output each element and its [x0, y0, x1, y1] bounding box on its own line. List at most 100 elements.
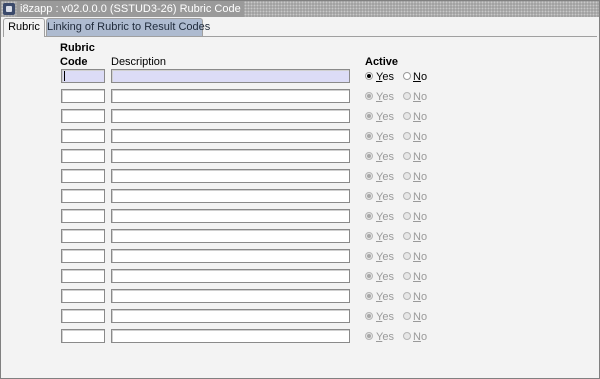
active-yes-radio[interactable]: [365, 192, 373, 200]
active-no-label[interactable]: No: [413, 171, 427, 183]
rubric-description-input[interactable]: [111, 249, 350, 263]
active-yes-label[interactable]: Yes: [376, 191, 394, 203]
active-yes-radio[interactable]: [365, 272, 373, 280]
active-no-label[interactable]: No: [413, 131, 427, 143]
rubric-description-input[interactable]: [111, 209, 350, 223]
rubric-code-input[interactable]: [61, 189, 105, 203]
active-yes-radio[interactable]: [365, 112, 373, 120]
active-yes-radio[interactable]: [365, 332, 373, 340]
rubric-code-input[interactable]: [61, 69, 105, 83]
active-yes-label[interactable]: Yes: [376, 71, 394, 83]
active-no-label[interactable]: No: [413, 331, 427, 343]
active-no-label[interactable]: No: [413, 311, 427, 323]
active-yes-label[interactable]: Yes: [376, 311, 394, 323]
no-label-rest: o: [420, 311, 428, 323]
yes-label-rest: es: [382, 331, 394, 343]
tab-linking-result-codes[interactable]: Linking of Rubric to Result Codes: [46, 18, 210, 36]
radio-selected-dot: [367, 234, 371, 238]
active-no-label[interactable]: No: [413, 91, 427, 103]
rubric-description-input[interactable]: [111, 189, 350, 203]
rubric-code-input[interactable]: [61, 249, 105, 263]
active-yes-label[interactable]: Yes: [376, 211, 394, 223]
active-no-radio[interactable]: [403, 92, 411, 100]
rubric-code-input[interactable]: [61, 89, 105, 103]
active-no-radio[interactable]: [403, 72, 411, 80]
active-no-radio[interactable]: [403, 312, 411, 320]
active-yes-label[interactable]: Yes: [376, 331, 394, 343]
rubric-code-input[interactable]: [61, 309, 105, 323]
active-yes-radio[interactable]: [365, 172, 373, 180]
rubric-description-input[interactable]: [111, 109, 350, 123]
app-window: i8zapp : v02.0.0.0 (SSTUD3-26) Rubric Co…: [0, 0, 600, 379]
rubric-code-input[interactable]: [61, 169, 105, 183]
title-bar[interactable]: i8zapp : v02.0.0.0 (SSTUD3-26) Rubric Co…: [1, 1, 599, 17]
active-no-radio[interactable]: [403, 292, 411, 300]
rubric-description-input[interactable]: [111, 69, 350, 83]
rubric-description-input[interactable]: [111, 309, 350, 323]
active-yes-label[interactable]: Yes: [376, 131, 394, 143]
active-no-radio[interactable]: [403, 332, 411, 340]
active-yes-radio[interactable]: [365, 312, 373, 320]
active-no-radio[interactable]: [403, 152, 411, 160]
active-yes-radio[interactable]: [365, 132, 373, 140]
rubric-description-input[interactable]: [111, 269, 350, 283]
active-no-label[interactable]: No: [413, 111, 427, 123]
no-mnemonic: N: [413, 191, 421, 203]
rubric-code-input[interactable]: [61, 289, 105, 303]
no-mnemonic: N: [413, 111, 421, 123]
active-no-label[interactable]: No: [413, 151, 427, 163]
rubric-description-input[interactable]: [111, 229, 350, 243]
active-yes-label[interactable]: Yes: [376, 231, 394, 243]
active-yes-label[interactable]: Yes: [376, 271, 394, 283]
rubric-description-input[interactable]: [111, 129, 350, 143]
active-no-label[interactable]: No: [413, 191, 427, 203]
active-no-label[interactable]: No: [413, 71, 427, 83]
active-no-radio[interactable]: [403, 192, 411, 200]
active-yes-radio[interactable]: [365, 152, 373, 160]
active-no-label[interactable]: No: [413, 251, 427, 263]
rubric-code-input[interactable]: [61, 109, 105, 123]
active-yes-radio[interactable]: [365, 292, 373, 300]
no-label-rest: o: [420, 251, 428, 263]
active-no-label[interactable]: No: [413, 211, 427, 223]
active-yes-label[interactable]: Yes: [376, 91, 394, 103]
active-no-radio[interactable]: [403, 132, 411, 140]
rubric-code-input[interactable]: [61, 209, 105, 223]
rubric-code-input[interactable]: [61, 269, 105, 283]
active-yes-radio[interactable]: [365, 232, 373, 240]
tab-rubric[interactable]: Rubric: [3, 18, 45, 37]
radio-selected-dot: [367, 94, 371, 98]
active-yes-label[interactable]: Yes: [376, 151, 394, 163]
rubric-description-input[interactable]: [111, 149, 350, 163]
active-no-radio[interactable]: [403, 232, 411, 240]
active-no-label[interactable]: No: [413, 291, 427, 303]
active-no-label[interactable]: No: [413, 271, 427, 283]
active-yes-radio[interactable]: [365, 212, 373, 220]
text-cursor: [64, 71, 65, 81]
rubric-description-input[interactable]: [111, 89, 350, 103]
rubric-description-input[interactable]: [111, 329, 350, 343]
rubric-code-input[interactable]: [61, 129, 105, 143]
active-yes-label[interactable]: Yes: [376, 111, 394, 123]
active-no-radio[interactable]: [403, 252, 411, 260]
rubric-description-input[interactable]: [111, 289, 350, 303]
active-yes-label[interactable]: Yes: [376, 291, 394, 303]
no-mnemonic: N: [413, 271, 421, 283]
rubric-code-input[interactable]: [61, 329, 105, 343]
active-no-label[interactable]: No: [413, 231, 427, 243]
no-label-rest: o: [420, 91, 428, 103]
app-icon: [3, 3, 15, 15]
active-no-radio[interactable]: [403, 172, 411, 180]
active-no-radio[interactable]: [403, 212, 411, 220]
no-mnemonic: N: [413, 91, 421, 103]
rubric-code-input[interactable]: [61, 229, 105, 243]
active-no-radio[interactable]: [403, 112, 411, 120]
active-yes-label[interactable]: Yes: [376, 251, 394, 263]
active-yes-radio[interactable]: [365, 92, 373, 100]
rubric-description-input[interactable]: [111, 169, 350, 183]
active-yes-radio[interactable]: [365, 72, 373, 80]
active-no-radio[interactable]: [403, 272, 411, 280]
active-yes-label[interactable]: Yes: [376, 171, 394, 183]
active-yes-radio[interactable]: [365, 252, 373, 260]
rubric-code-input[interactable]: [61, 149, 105, 163]
